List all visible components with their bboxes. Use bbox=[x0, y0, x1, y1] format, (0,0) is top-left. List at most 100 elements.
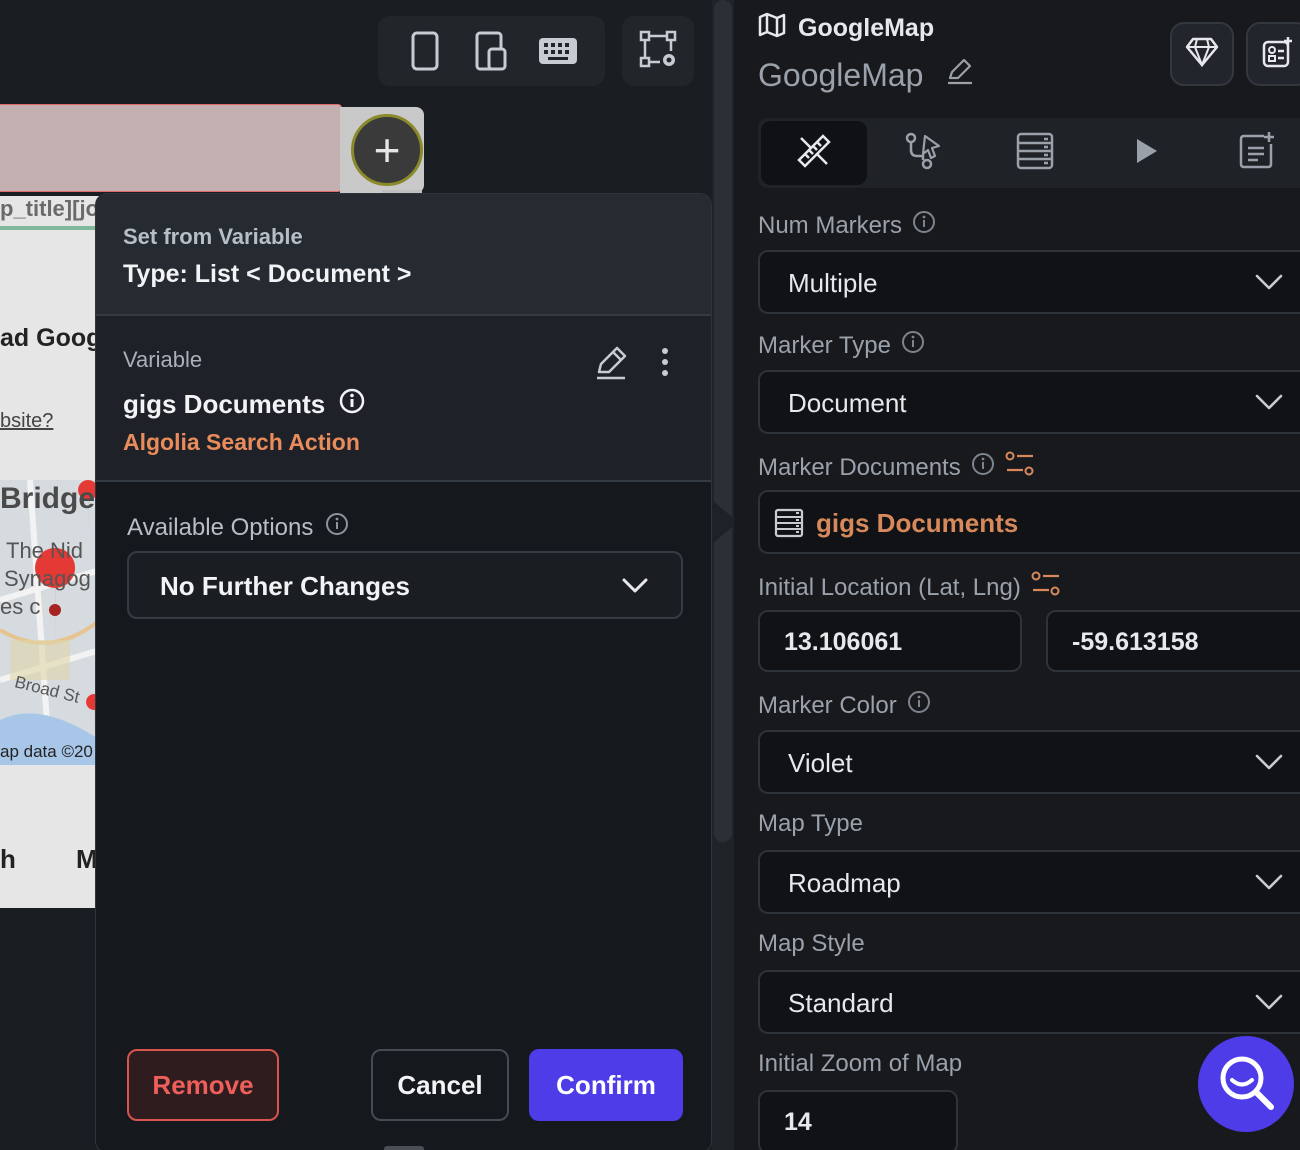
map-type-dropdown[interactable]: Roadmap bbox=[758, 850, 1300, 914]
variable-bind-icon[interactable] bbox=[1031, 570, 1061, 605]
canvas-settings-button[interactable] bbox=[622, 16, 694, 86]
edit-icon[interactable] bbox=[591, 342, 631, 382]
more-vertical-icon[interactable] bbox=[651, 342, 679, 382]
marker-type-label: Marker Type bbox=[758, 331, 891, 359]
remove-button[interactable]: Remove bbox=[127, 1049, 279, 1121]
add-widget-button[interactable]: + bbox=[351, 114, 423, 186]
map-type-value: Roadmap bbox=[788, 868, 901, 898]
canvas-settings-icon bbox=[638, 29, 678, 74]
gem-button[interactable] bbox=[1170, 22, 1234, 86]
marker-type-dropdown[interactable]: Document bbox=[758, 370, 1300, 434]
properties-tab-icon bbox=[793, 130, 835, 177]
marker-type-label-row: Marker Type bbox=[758, 330, 925, 361]
variable-name: gigs Documents bbox=[123, 389, 326, 419]
variable-label: Variable bbox=[123, 347, 203, 372]
widget-type-row: GoogleMap bbox=[758, 12, 934, 45]
info-icon[interactable] bbox=[339, 388, 365, 421]
widget-type: GoogleMap bbox=[798, 14, 935, 42]
popover-header: Set from Variable Type: List < Document … bbox=[96, 194, 711, 316]
popover-type: Type: List < Document > bbox=[123, 260, 412, 288]
map-style-value: Standard bbox=[788, 988, 894, 1018]
variable-name-row: gigs Documents bbox=[123, 388, 365, 421]
keyboard-icon[interactable] bbox=[538, 31, 578, 71]
backend-query-tab-icon bbox=[1014, 130, 1056, 177]
map-label: Bridge bbox=[0, 482, 96, 515]
canvas-title-snippet: p_title][jo bbox=[0, 196, 99, 221]
popover-handle bbox=[384, 1146, 424, 1150]
tablet-icon[interactable] bbox=[471, 31, 511, 71]
confirm-button[interactable]: Confirm bbox=[529, 1049, 683, 1121]
marker-color-label-row: Marker Color bbox=[758, 690, 931, 721]
add-widget-icon bbox=[1262, 36, 1294, 73]
widget-name: GoogleMap bbox=[758, 56, 924, 93]
marker-documents-value: gigs Documents bbox=[816, 508, 1019, 538]
panel-tabs bbox=[758, 118, 1300, 188]
variable-source: Algolia Search Action bbox=[123, 429, 360, 455]
initial-zoom-input[interactable]: 14 bbox=[758, 1090, 958, 1150]
map-preview: Bridge The Nid Synagog es c Broad St bbox=[0, 480, 100, 765]
num-markers-value: Multiple bbox=[788, 268, 878, 298]
tab-backend-query[interactable] bbox=[982, 118, 1088, 188]
map-label: Synagog bbox=[4, 566, 91, 591]
info-icon[interactable] bbox=[901, 330, 925, 361]
phone-icon[interactable] bbox=[405, 31, 445, 71]
latitude-input[interactable]: 13.106061 bbox=[758, 610, 1022, 672]
map-icon bbox=[758, 12, 786, 45]
map-credit: ap data ©20 bbox=[0, 742, 93, 761]
chevron-down-icon bbox=[621, 575, 649, 600]
plus-icon: + bbox=[373, 124, 401, 176]
tab-docs[interactable] bbox=[1204, 118, 1300, 188]
longitude-input[interactable]: -59.613158 bbox=[1046, 610, 1300, 672]
canvas-scroll-thumb[interactable] bbox=[714, 0, 732, 842]
available-options-dropdown[interactable]: No Further Changes bbox=[127, 551, 683, 619]
gem-icon bbox=[1185, 37, 1219, 72]
marker-docs-label-row: Marker Documents bbox=[758, 450, 1035, 485]
cancel-button[interactable]: Cancel bbox=[371, 1049, 509, 1121]
marker-color-dropdown[interactable]: Violet bbox=[758, 730, 1300, 794]
initial-zoom-value: 14 bbox=[784, 1108, 812, 1136]
search-fab-button[interactable] bbox=[1198, 1036, 1294, 1132]
add-widget-panel-button[interactable] bbox=[1246, 22, 1300, 86]
longitude-value: -59.613158 bbox=[1072, 628, 1199, 656]
docs-tab-icon bbox=[1236, 130, 1278, 177]
map-style-label: Map Style bbox=[758, 930, 865, 957]
device-toolbar bbox=[378, 16, 605, 86]
num-markers-label: Num Markers bbox=[758, 211, 903, 239]
info-icon[interactable] bbox=[325, 512, 349, 543]
available-options-value: No Further Changes bbox=[160, 571, 410, 601]
actions-tab-icon bbox=[903, 130, 945, 177]
selected-widget-outline[interactable] bbox=[0, 104, 342, 192]
canvas-link: bsite? bbox=[0, 410, 54, 432]
search-icon bbox=[1215, 1051, 1277, 1118]
run-tab-icon bbox=[1131, 136, 1161, 171]
edit-icon[interactable] bbox=[945, 56, 975, 94]
chevron-down-icon bbox=[1254, 992, 1284, 1017]
marker-type-value: Document bbox=[788, 388, 907, 418]
properties-panel: GoogleMap GoogleMap Num Markers Multiple… bbox=[734, 0, 1300, 1150]
options-label: Available Options bbox=[127, 513, 314, 541]
num-markers-dropdown[interactable]: Multiple bbox=[758, 250, 1300, 314]
popover-title: Set from Variable bbox=[123, 224, 303, 249]
map-style-dropdown[interactable]: Standard bbox=[758, 970, 1300, 1034]
tab-run[interactable] bbox=[1093, 118, 1199, 188]
data-source-icon bbox=[774, 508, 804, 543]
options-label-row: Available Options bbox=[127, 512, 349, 543]
num-markers-label-row: Num Markers bbox=[758, 210, 936, 241]
map-label: es c bbox=[0, 594, 41, 619]
map-label: The Nid bbox=[6, 538, 84, 563]
canvas-text: h bbox=[0, 844, 16, 874]
tab-properties[interactable] bbox=[761, 121, 867, 185]
canvas-divider bbox=[0, 226, 100, 230]
info-icon[interactable] bbox=[912, 210, 936, 241]
variable-section[interactable]: Variable gigs Documents Algolia Search A… bbox=[96, 316, 711, 482]
variable-bind-icon[interactable] bbox=[1005, 450, 1035, 485]
map-type-label: Map Type bbox=[758, 810, 863, 837]
chevron-down-icon bbox=[1254, 392, 1284, 417]
initial-zoom-label: Initial Zoom of Map bbox=[758, 1050, 963, 1077]
marker-color-label: Marker Color bbox=[758, 691, 897, 719]
widget-name-row[interactable]: GoogleMap bbox=[758, 56, 975, 94]
info-icon[interactable] bbox=[907, 690, 931, 721]
info-icon[interactable] bbox=[971, 452, 995, 483]
marker-documents-field[interactable]: gigs Documents bbox=[758, 490, 1300, 554]
tab-actions[interactable] bbox=[871, 118, 977, 188]
